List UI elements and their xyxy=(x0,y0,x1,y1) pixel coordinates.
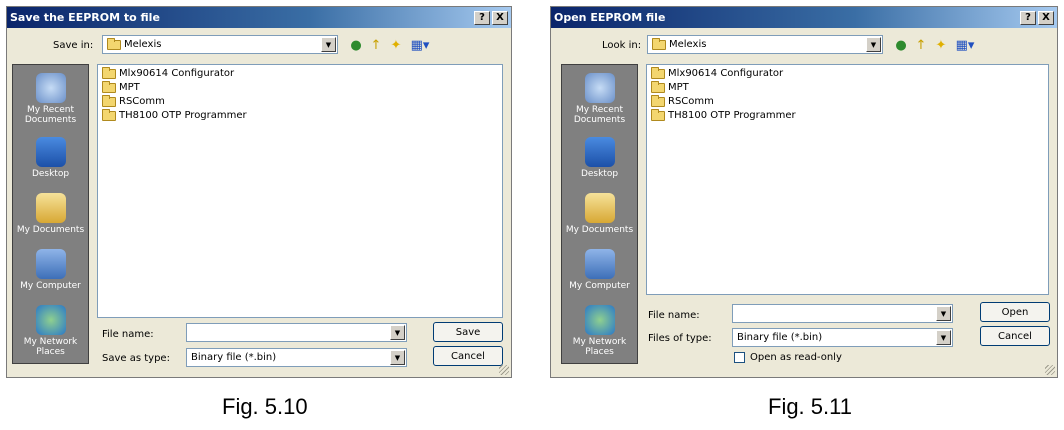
help-button[interactable]: ? xyxy=(474,10,490,25)
read-only-checkbox[interactable] xyxy=(734,352,745,363)
file-name-label: File name: xyxy=(648,310,700,321)
file-name-input[interactable]: ▼ xyxy=(186,323,407,342)
place-network[interactable]: My Network Places xyxy=(13,305,88,357)
network-places-icon xyxy=(584,305,615,335)
save-button[interactable]: Save xyxy=(433,322,503,342)
my-computer-icon xyxy=(35,249,66,279)
place-computer[interactable]: My Computer xyxy=(13,249,88,291)
help-button[interactable]: ? xyxy=(1020,10,1036,25)
new-folder-icon[interactable]: ✦ xyxy=(387,36,405,54)
back-icon[interactable]: ● xyxy=(892,36,910,54)
place-network[interactable]: My Network Places xyxy=(562,305,637,357)
look-in-select[interactable]: Melexis ▼ xyxy=(647,35,883,54)
cancel-button[interactable]: Cancel xyxy=(980,326,1050,346)
desktop-icon xyxy=(584,137,615,167)
list-item[interactable]: TH8100 OTP Programmer xyxy=(102,108,247,121)
file-name-label: File name: xyxy=(102,329,154,340)
view-menu-icon[interactable]: ▦▾ xyxy=(952,36,978,54)
folder-icon xyxy=(107,37,121,50)
file-list[interactable]: Mlx90614 Configurator MPT RSComm TH8100 … xyxy=(646,64,1049,295)
chevron-down-icon[interactable]: ▼ xyxy=(936,330,951,345)
chevron-down-icon[interactable]: ▼ xyxy=(390,325,405,340)
figure-caption-5-11: Fig. 5.11 xyxy=(768,394,852,419)
chevron-down-icon[interactable]: ▼ xyxy=(866,37,881,52)
place-documents[interactable]: My Documents xyxy=(13,193,88,235)
place-computer[interactable]: My Computer xyxy=(562,249,637,291)
place-desktop[interactable]: Desktop xyxy=(13,137,88,179)
view-menu-icon[interactable]: ▦▾ xyxy=(407,36,433,54)
my-documents-icon xyxy=(35,193,66,223)
files-of-type-label: Files of type: xyxy=(648,333,712,344)
list-item[interactable]: TH8100 OTP Programmer xyxy=(651,108,796,121)
place-desktop[interactable]: Desktop xyxy=(562,137,637,179)
folder-icon xyxy=(102,94,116,107)
place-documents[interactable]: My Documents xyxy=(562,193,637,235)
resize-grip[interactable] xyxy=(499,365,509,375)
folder-icon xyxy=(102,80,116,93)
chevron-down-icon[interactable]: ▼ xyxy=(936,306,951,321)
open-dialog-titlebar[interactable]: Open EEPROM file ? X xyxy=(551,7,1057,28)
back-icon[interactable]: ● xyxy=(347,36,365,54)
my-computer-icon xyxy=(584,249,615,279)
save-as-type-select[interactable]: Binary file (*.bin) ▼ xyxy=(186,348,407,367)
chevron-down-icon[interactable]: ▼ xyxy=(321,37,336,52)
figure-caption-5-10: Fig. 5.10 xyxy=(222,394,308,419)
file-list[interactable]: Mlx90614 Configurator MPT RSComm TH8100 … xyxy=(97,64,503,318)
save-as-type-label: Save as type: xyxy=(102,353,170,364)
folder-icon xyxy=(102,66,116,79)
folder-icon xyxy=(651,108,665,121)
list-item[interactable]: MPT xyxy=(102,80,140,93)
save-dialog-title: Save the EEPROM to file xyxy=(10,11,160,24)
list-item[interactable]: MPT xyxy=(651,80,689,93)
save-dialog-titlebar[interactable]: Save the EEPROM to file ? X xyxy=(7,7,511,28)
list-item[interactable]: RSComm xyxy=(102,94,165,107)
recent-documents-icon xyxy=(584,73,615,103)
cancel-button[interactable]: Cancel xyxy=(433,346,503,366)
network-places-icon xyxy=(35,305,66,335)
up-folder-icon[interactable]: ↑ xyxy=(912,36,930,54)
folder-icon xyxy=(102,108,116,121)
list-item[interactable]: Mlx90614 Configurator xyxy=(651,66,783,79)
place-recent[interactable]: My Recent Documents xyxy=(562,73,637,125)
my-documents-icon xyxy=(584,193,615,223)
save-dialog: Save the EEPROM to file ? X Save in: Mel… xyxy=(6,6,512,378)
new-folder-icon[interactable]: ✦ xyxy=(932,36,950,54)
files-of-type-select[interactable]: Binary file (*.bin) ▼ xyxy=(732,328,953,347)
recent-documents-icon xyxy=(35,73,66,103)
up-folder-icon[interactable]: ↑ xyxy=(367,36,385,54)
folder-icon xyxy=(651,80,665,93)
resize-grip[interactable] xyxy=(1045,365,1055,375)
folder-icon xyxy=(652,37,666,50)
read-only-label: Open as read-only xyxy=(750,352,842,363)
open-button[interactable]: Open xyxy=(980,302,1050,322)
folder-icon xyxy=(651,66,665,79)
chevron-down-icon[interactable]: ▼ xyxy=(390,350,405,365)
list-item[interactable]: Mlx90614 Configurator xyxy=(102,66,234,79)
list-item[interactable]: RSComm xyxy=(651,94,714,107)
close-button[interactable]: X xyxy=(492,10,508,25)
file-name-input[interactable]: ▼ xyxy=(732,304,953,323)
save-in-select[interactable]: Melexis ▼ xyxy=(102,35,338,54)
places-bar: My Recent Documents Desktop My Documents… xyxy=(561,64,638,364)
place-recent[interactable]: My Recent Documents xyxy=(13,73,88,125)
close-button[interactable]: X xyxy=(1038,10,1054,25)
places-bar: My Recent Documents Desktop My Documents… xyxy=(12,64,89,364)
open-dialog: Open EEPROM file ? X Look in: Melexis ▼ … xyxy=(550,6,1058,378)
open-dialog-title: Open EEPROM file xyxy=(554,11,666,24)
desktop-icon xyxy=(35,137,66,167)
look-in-label: Look in: xyxy=(602,40,642,51)
folder-icon xyxy=(651,94,665,107)
save-in-label: Save in: xyxy=(53,40,94,51)
